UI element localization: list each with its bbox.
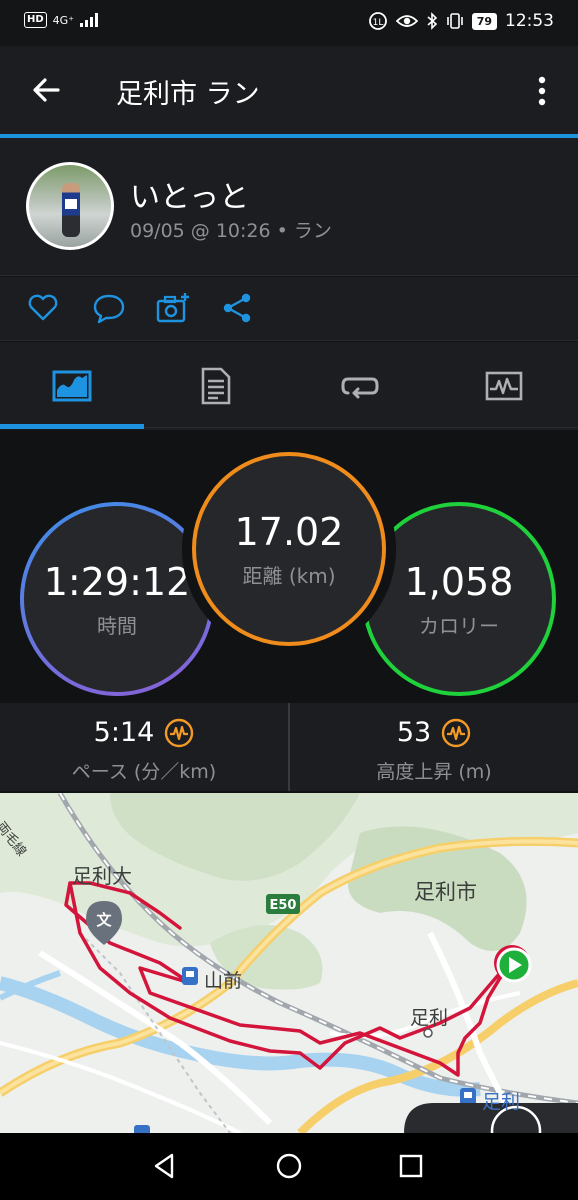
status-right: 1L 79 12:53 bbox=[368, 11, 554, 31]
svg-text:1L: 1L bbox=[372, 18, 383, 28]
distance-value: 17.02 bbox=[234, 509, 344, 554]
nav-home-icon[interactable] bbox=[274, 1151, 304, 1181]
pace-value: 5:14 bbox=[93, 717, 155, 748]
distance-ring: 17.02 距離 (km) bbox=[192, 452, 386, 646]
heart-rate-chart-icon bbox=[485, 371, 523, 401]
laps-loop-icon bbox=[341, 377, 379, 399]
activity-meta: 09/05 @ 10:26 • ラン bbox=[130, 220, 332, 242]
app-bar: 足利市 ラン bbox=[0, 46, 578, 134]
tab-overview[interactable] bbox=[0, 342, 144, 430]
map-canvas: E50 文 bbox=[0, 793, 578, 1133]
status-bar: HD 4G⁺ 1L 79 12:53 bbox=[0, 0, 578, 46]
tab-divider bbox=[144, 427, 578, 428]
status-left: HD 4G⁺ bbox=[24, 12, 100, 28]
hd-indicator: HD bbox=[24, 12, 47, 28]
network-type: 4G⁺ bbox=[52, 13, 75, 27]
expressway-shield-label: E50 bbox=[270, 898, 297, 913]
bluetooth-icon bbox=[427, 12, 437, 30]
map-label-city: 足利市 bbox=[414, 880, 477, 904]
document-list-icon bbox=[201, 367, 231, 405]
pace-label: ペース (分／km) bbox=[71, 761, 217, 783]
elevation-value: 53 bbox=[396, 717, 432, 748]
clock: 12:53 bbox=[505, 11, 554, 31]
share-icon[interactable] bbox=[220, 291, 254, 325]
pace-chart-icon bbox=[165, 718, 194, 747]
nav-recents-icon[interactable] bbox=[396, 1151, 426, 1181]
vibrate-icon bbox=[446, 13, 463, 29]
nav-back-icon[interactable] bbox=[150, 1151, 180, 1181]
tab-laps[interactable] bbox=[288, 342, 432, 430]
more-vertical-icon[interactable] bbox=[532, 76, 552, 106]
elevation-chart-icon bbox=[441, 718, 471, 747]
metrics-divider bbox=[288, 703, 290, 791]
page-title: 足利市 ラン bbox=[116, 79, 260, 110]
avatar-runner-figure bbox=[62, 183, 80, 237]
activity-header: いとっと 09/05 @ 10:26 • ラン bbox=[0, 138, 578, 276]
elevation-label: 高度上昇 (m) bbox=[376, 761, 492, 783]
active-tab-indicator bbox=[0, 424, 144, 429]
time-value: 1:29:12 bbox=[43, 559, 191, 604]
eye-comfort-icon: 1L bbox=[368, 12, 387, 30]
system-nav-bar bbox=[0, 1133, 578, 1200]
avatar-bib bbox=[65, 199, 77, 209]
eye-icon bbox=[395, 15, 418, 27]
elevation-cell[interactable]: 53 高度上昇 (m) bbox=[290, 703, 578, 791]
map-label-ashikaga-station: 足利 bbox=[482, 1091, 521, 1113]
calories-label: カロリー bbox=[419, 613, 499, 638]
add-photo-icon[interactable] bbox=[156, 291, 190, 325]
comment-icon[interactable] bbox=[92, 291, 126, 325]
time-ring: 1:29:12 時間 bbox=[20, 502, 214, 696]
social-actions bbox=[0, 277, 578, 341]
map-label-ashikaga: 足利 bbox=[410, 1007, 449, 1029]
activity-tabs bbox=[0, 342, 578, 430]
signal-icon bbox=[80, 13, 99, 27]
overview-chart-icon bbox=[52, 370, 92, 402]
battery-indicator: 79 bbox=[471, 12, 497, 30]
like-heart-icon[interactable] bbox=[26, 291, 60, 325]
calories-value: 1,058 bbox=[404, 559, 514, 604]
distance-label: 距離 (km) bbox=[242, 563, 336, 588]
map-label-yamamae: 山前 bbox=[204, 970, 243, 992]
pace-cell[interactable]: 5:14 ペース (分／km) bbox=[0, 703, 288, 791]
map-label-univ: 足利大 bbox=[72, 864, 132, 888]
back-arrow-icon[interactable] bbox=[30, 74, 62, 106]
route-map[interactable]: E50 文 両毛線 足利大 足利市 山前 足利 足利 bbox=[0, 793, 578, 1133]
avatar[interactable] bbox=[26, 162, 114, 250]
user-name[interactable]: いとっと bbox=[130, 172, 249, 216]
calories-ring: 1,058 カロリー bbox=[362, 502, 556, 696]
svg-text:文: 文 bbox=[96, 911, 112, 929]
tab-details[interactable] bbox=[144, 342, 288, 430]
stats-area: 1:29:12 時間 1,058 カロリー 17.02 距離 (km) bbox=[0, 430, 578, 702]
time-label: 時間 bbox=[97, 613, 137, 638]
tab-charts[interactable] bbox=[432, 342, 576, 430]
